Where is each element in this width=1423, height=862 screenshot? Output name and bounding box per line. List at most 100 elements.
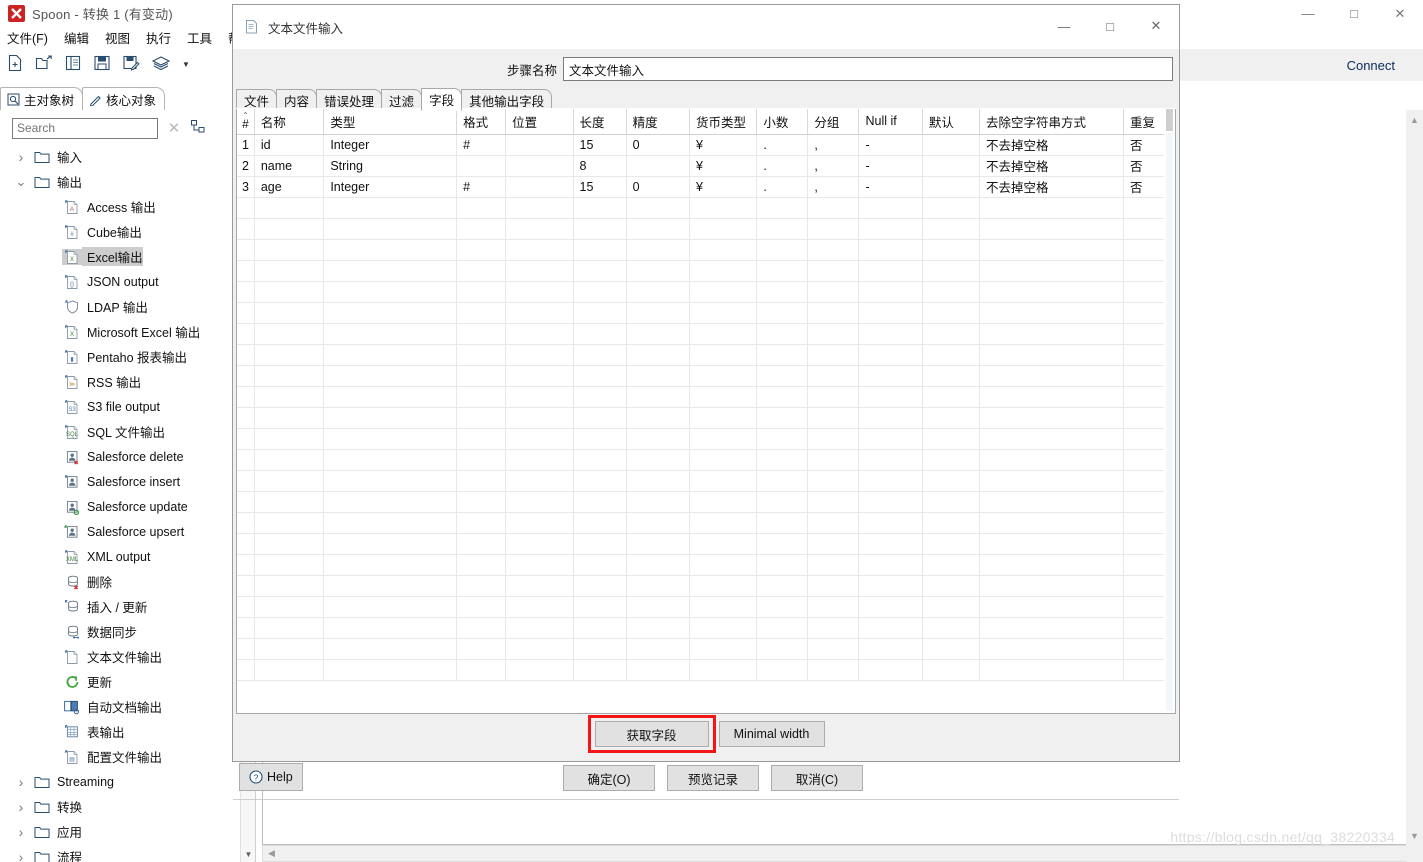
table-cell[interactable]: -	[858, 134, 923, 156]
table-cell-empty[interactable]	[323, 596, 458, 618]
fields-scroll-track[interactable]	[1166, 133, 1173, 711]
table-cell-empty[interactable]	[237, 575, 255, 597]
table-cell-empty[interactable]	[626, 617, 690, 639]
table-cell-empty[interactable]	[323, 533, 458, 555]
table-cell-empty[interactable]	[456, 428, 507, 450]
table-cell-empty[interactable]	[689, 281, 758, 303]
table-cell-empty[interactable]	[323, 554, 458, 576]
table-cell-empty[interactable]	[505, 386, 574, 408]
table-cell-empty[interactable]	[237, 197, 255, 219]
table-cell[interactable]: 不去掉空格	[979, 134, 1125, 156]
table-cell-empty[interactable]	[979, 617, 1125, 639]
table-cell-empty[interactable]	[979, 470, 1125, 492]
table-row-empty[interactable]	[237, 617, 1166, 639]
table-cell[interactable]: 0	[626, 176, 690, 198]
table-row-empty[interactable]	[237, 281, 1166, 303]
canvas-scroll-down-icon[interactable]: ▼	[1406, 828, 1423, 843]
table-row-empty[interactable]	[237, 491, 1166, 513]
tab-core-objects[interactable]: 核心对象	[82, 87, 166, 110]
close-button[interactable]: ✕	[1377, 0, 1423, 27]
table-cell-empty[interactable]	[1123, 659, 1166, 681]
tree-item-step[interactable]: Salesforce upsert	[0, 519, 256, 544]
table-cell-empty[interactable]	[573, 617, 627, 639]
table-cell-empty[interactable]	[626, 407, 690, 429]
table-cell-empty[interactable]	[807, 638, 860, 660]
table-row[interactable]: 2 name String 8 ¥., - 不去掉空格否	[237, 155, 1166, 177]
step-name-input[interactable]	[563, 57, 1173, 81]
tree-item-folder[interactable]: › 转换	[0, 794, 256, 819]
table-cell-empty[interactable]	[505, 218, 574, 240]
table-cell-empty[interactable]	[626, 197, 690, 219]
table-cell-empty[interactable]	[1123, 386, 1166, 408]
table-cell-empty[interactable]	[1123, 197, 1166, 219]
table-cell-empty[interactable]	[254, 260, 325, 282]
table-cell[interactable]: -	[858, 176, 923, 198]
table-row-empty[interactable]	[237, 470, 1166, 492]
table-cell-empty[interactable]	[807, 659, 860, 681]
table-cell-empty[interactable]	[237, 407, 255, 429]
tree-item-step[interactable]: 文本文件输出	[0, 644, 256, 669]
table-cell-empty[interactable]	[505, 470, 574, 492]
table-cell-empty[interactable]	[689, 491, 758, 513]
table-cell-empty[interactable]	[323, 260, 458, 282]
table-cell-empty[interactable]	[1123, 617, 1166, 639]
table-cell-empty[interactable]	[626, 365, 690, 387]
table-cell-empty[interactable]	[626, 533, 690, 555]
table-cell-empty[interactable]	[254, 638, 325, 660]
table-cell-empty[interactable]	[254, 344, 325, 366]
table-cell-empty[interactable]	[237, 659, 255, 681]
table-cell[interactable]: age	[254, 176, 325, 198]
tree-item-folder[interactable]: › 应用	[0, 819, 256, 844]
fields-table-container[interactable]: ⌃ # 名称 类型 格式 位置 长度 精度 货币类型 小数 分组 Null if 默认 去除空字符串方式重…	[236, 109, 1176, 714]
table-cell-empty[interactable]	[254, 323, 325, 345]
table-cell-empty[interactable]	[323, 365, 458, 387]
column-header[interactable]: ⌃ #	[237, 109, 255, 135]
table-cell-empty[interactable]	[573, 386, 627, 408]
table-row-empty[interactable]	[237, 302, 1166, 324]
table-cell[interactable]	[505, 134, 574, 156]
table-cell-empty[interactable]	[626, 554, 690, 576]
tree-item-step[interactable]: ≫ RSS 输出	[0, 369, 256, 394]
table-cell-empty[interactable]	[505, 302, 574, 324]
table-cell-empty[interactable]	[573, 260, 627, 282]
column-header[interactable]: 默认	[922, 109, 981, 135]
table-row-empty[interactable]	[237, 365, 1166, 387]
table-cell[interactable]: id	[254, 134, 325, 156]
chevron-right-icon[interactable]: ›	[10, 849, 32, 862]
table-cell-empty[interactable]	[626, 239, 690, 261]
table-cell-empty[interactable]	[237, 365, 255, 387]
table-cell-empty[interactable]	[505, 239, 574, 261]
table-cell-empty[interactable]	[456, 533, 507, 555]
table-cell-empty[interactable]	[505, 344, 574, 366]
table-cell-empty[interactable]	[254, 449, 325, 471]
tree-item-step[interactable]: A Access 输出	[0, 194, 256, 219]
fields-scroll-thumb[interactable]	[1166, 109, 1173, 131]
table-cell[interactable]	[922, 176, 981, 198]
table-cell-empty[interactable]	[807, 596, 860, 618]
table-cell-empty[interactable]	[807, 407, 860, 429]
table-cell-empty[interactable]	[626, 428, 690, 450]
column-header[interactable]: 货币类型	[689, 109, 758, 135]
table-cell-empty[interactable]	[323, 449, 458, 471]
table-cell-empty[interactable]	[756, 197, 809, 219]
table-cell-empty[interactable]	[858, 512, 923, 534]
table-cell-empty[interactable]	[254, 533, 325, 555]
table-cell[interactable]	[922, 134, 981, 156]
table-cell-empty[interactable]	[573, 470, 627, 492]
table-cell[interactable]	[456, 155, 507, 177]
column-header[interactable]: 分组	[807, 109, 860, 135]
table-cell[interactable]: 15	[573, 176, 627, 198]
clear-x-icon[interactable]: ✕	[166, 119, 182, 137]
table-cell-empty[interactable]	[237, 638, 255, 660]
table-cell-empty[interactable]	[456, 281, 507, 303]
table-cell-empty[interactable]	[573, 428, 627, 450]
table-cell-empty[interactable]	[456, 596, 507, 618]
chevron-down-icon[interactable]: ⌄	[10, 174, 32, 190]
table-cell-empty[interactable]	[756, 302, 809, 324]
table-cell-empty[interactable]	[807, 386, 860, 408]
table-cell-empty[interactable]	[979, 365, 1125, 387]
table-cell[interactable]	[626, 155, 690, 177]
table-cell-empty[interactable]	[1123, 260, 1166, 282]
table-cell[interactable]	[922, 155, 981, 177]
table-cell-empty[interactable]	[505, 260, 574, 282]
